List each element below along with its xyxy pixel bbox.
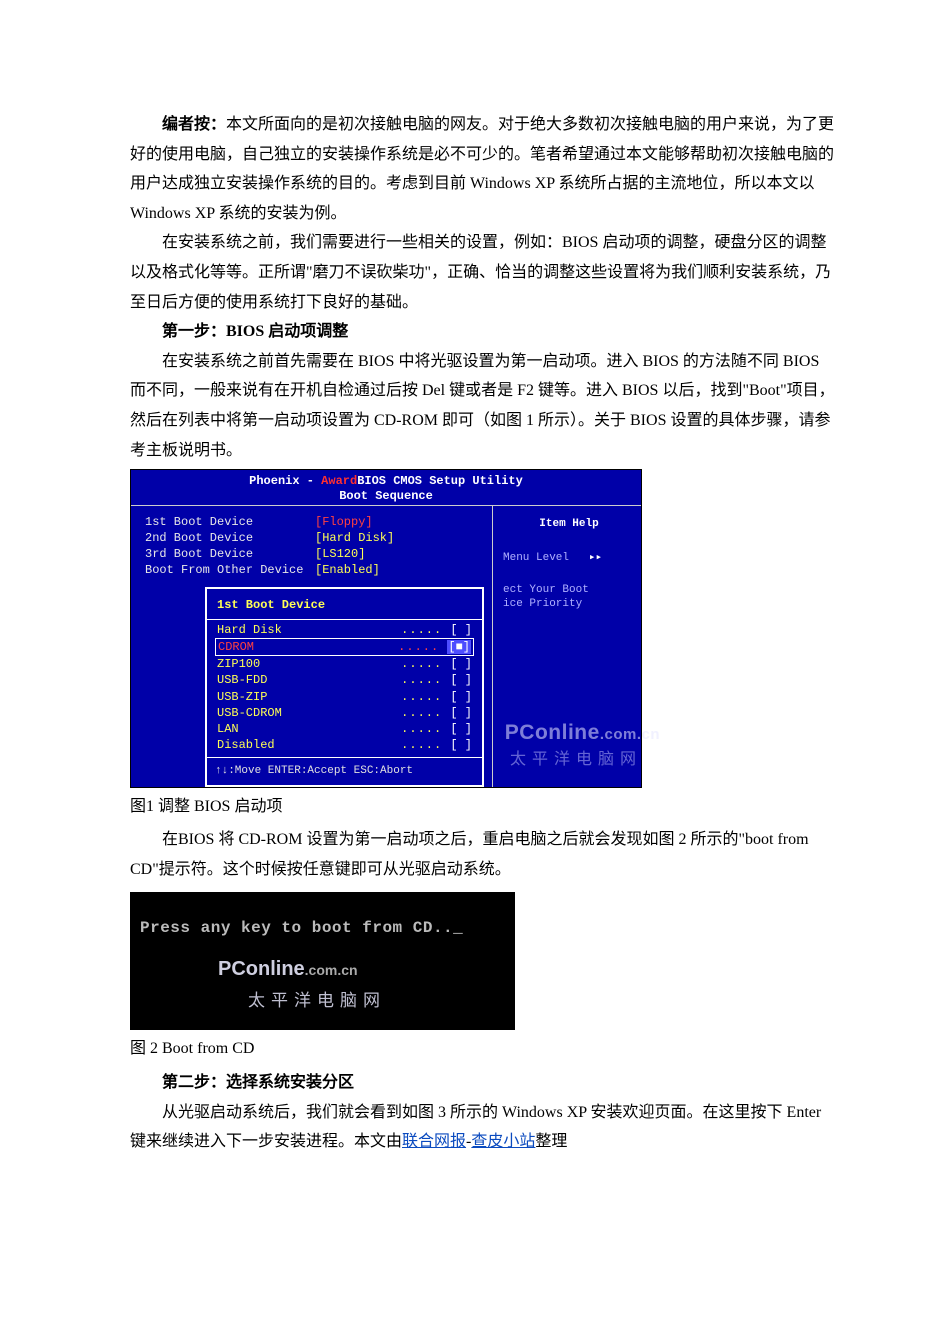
step1-title: 第一步：BIOS 启动项调整 [130, 317, 835, 347]
bootcd-watermark2: 太平洋电脑网 [248, 985, 386, 1016]
bios-title-award: Award [321, 474, 357, 488]
bootcd-screenshot: Press any key to boot from CD.._ PConlin… [130, 892, 515, 1030]
bios-popup: 1st Boot Device Hard Disk..... [ ] CDROM… [205, 587, 484, 787]
link-lianhe[interactable]: 联合网报 [402, 1133, 466, 1150]
bios-item-2nd: 2nd Boot Device [Hard Disk] [145, 530, 484, 546]
popup-cdrom: CDROM..... [■] [215, 638, 474, 656]
document-page: 编者按：本文所面向的是初次接触电脑的网友。对于绝大多数初次接触电脑的用户来说，为… [0, 0, 945, 1337]
bios-body: 1st Boot Device [Floppy] 2nd Boot Device… [131, 505, 641, 787]
step1-paragraph: 在安装系统之前首先需要在 BIOS 中将光驱设置为第一启动项。进入 BIOS 的… [130, 347, 835, 465]
step2-title: 第二步：选择系统安装分区 [130, 1068, 835, 1098]
figure2-caption: 图 2 Boot from CD [130, 1034, 835, 1064]
intro-paragraph-2: 在安装系统之前，我们需要进行一些相关的设置，例如：BIOS 启动项的调整，硬盘分… [130, 228, 835, 317]
menu-level: Menu Level ▸▸ [503, 548, 635, 568]
bios-value-floppy: [Floppy] [315, 514, 373, 530]
step2-paragraph: 从光驱启动系统后，我们就会看到如图 3 所示的 Windows XP 安装欢迎页… [130, 1098, 835, 1157]
bios-item-3rd: 3rd Boot Device [LS120] [145, 546, 484, 562]
intro-text-1: 本文所面向的是初次接触电脑的网友。对于绝大多数初次接触电脑的用户来说，为了更好的… [130, 116, 834, 222]
bios-title-rest: BIOS CMOS Setup Utility [357, 474, 523, 488]
popup-zip100: ZIP100..... [ ] [217, 656, 472, 672]
popup-disabled: Disabled..... [ ] [217, 737, 472, 753]
bios-screenshot: Phoenix - AwardBIOS CMOS Setup Utility B… [130, 469, 642, 788]
bootcd-watermark1: PConline.com.cn [218, 951, 358, 988]
help-title: Item Help [503, 514, 635, 534]
editor-note-label: 编者按： [162, 116, 226, 133]
bios-header: Phoenix - AwardBIOS CMOS Setup Utility B… [131, 470, 641, 505]
help-desc: ect Your Boot ice Priority [503, 583, 635, 612]
popup-title: 1st Boot Device [207, 589, 482, 619]
bios-left-panel: 1st Boot Device [Floppy] 2nd Boot Device… [131, 506, 492, 787]
popup-usbzip: USB-ZIP..... [ ] [217, 689, 472, 705]
bootcd-prompt: Press any key to boot from CD.._ [140, 914, 463, 944]
bios-item-other: Boot From Other Device [Enabled] [145, 562, 484, 578]
popup-harddisk: Hard Disk..... [ ] [217, 622, 472, 638]
popup-usbcdrom: USB-CDROM..... [ ] [217, 705, 472, 721]
link-chapi[interactable]: 查皮小站 [471, 1133, 535, 1150]
bios-title-phoenix: Phoenix - [249, 474, 321, 488]
figure1-caption: 图1 调整 BIOS 启动项 [130, 792, 835, 822]
bios-title-line1: Phoenix - AwardBIOS CMOS Setup Utility [131, 474, 641, 488]
intro-paragraph-1: 编者按：本文所面向的是初次接触电脑的网友。对于绝大多数初次接触电脑的用户来说，为… [130, 110, 835, 228]
popup-list: Hard Disk..... [ ] CDROM..... [■] ZIP100… [207, 620, 482, 758]
popup-hint: ↑↓:Move ENTER:Accept ESC:Abort [207, 757, 482, 784]
popup-usbfdd: USB-FDD..... [ ] [217, 672, 472, 688]
bios-item-1st: 1st Boot Device [Floppy] [145, 514, 484, 530]
bios-title-line2: Boot Sequence [131, 489, 641, 503]
paragraph-after-fig1: 在BIOS 将 CD-ROM 设置为第一启动项之后，重启电脑之后就会发现如图 2… [130, 825, 835, 884]
popup-lan: LAN..... [ ] [217, 721, 472, 737]
watermark-cn: 太平洋电脑网 [510, 745, 642, 775]
